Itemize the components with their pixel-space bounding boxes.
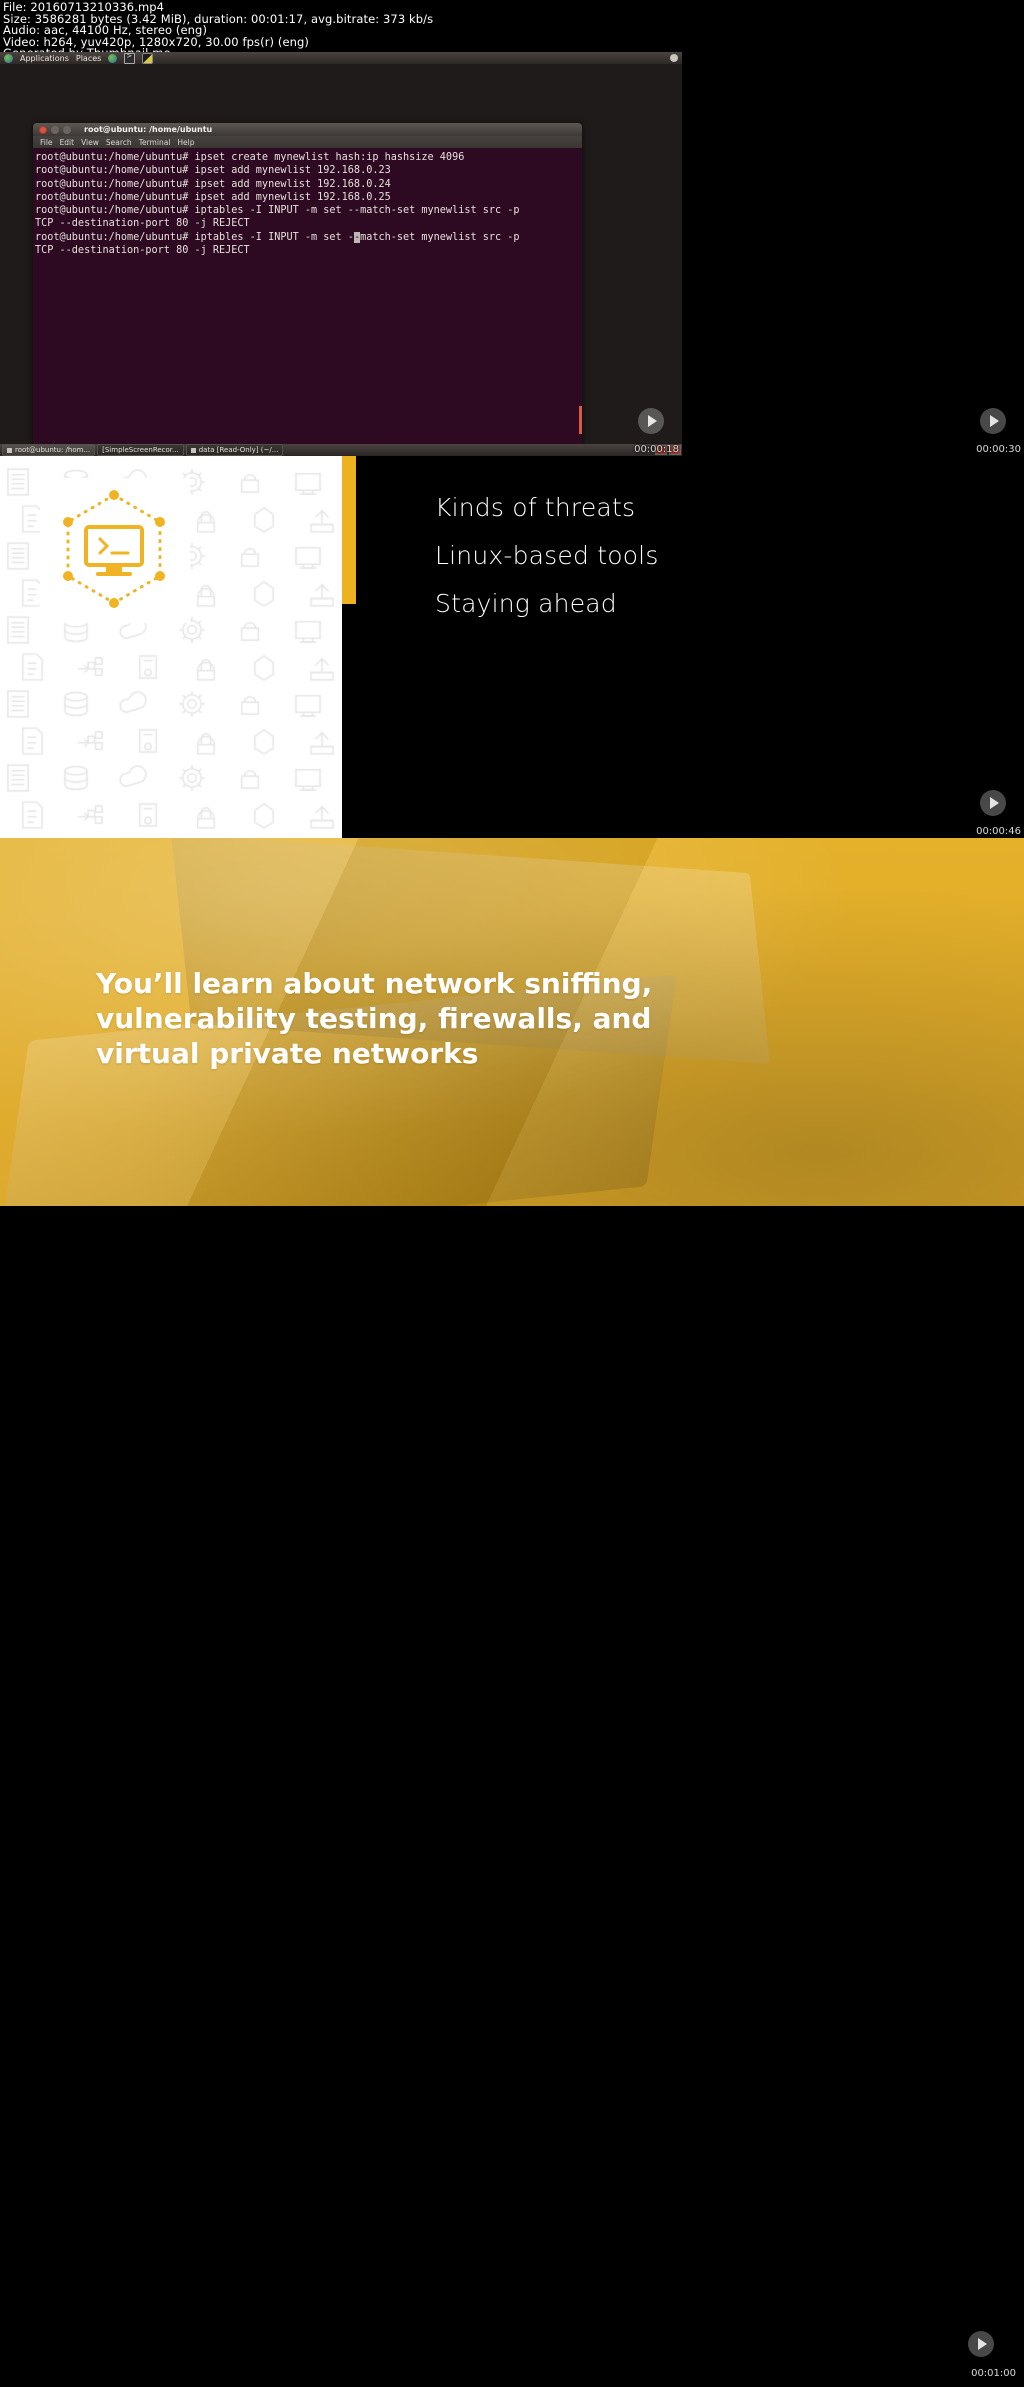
terminal-text: root@ubuntu:/home/ubuntu# ipset create m… bbox=[35, 152, 520, 257]
close-icon[interactable] bbox=[39, 125, 47, 134]
timestamp-frame-4: 00:00:46 bbox=[976, 826, 1021, 837]
maximize-icon[interactable] bbox=[63, 125, 71, 134]
thumbnail-cell-pattern[interactable] bbox=[0, 456, 342, 838]
bullet-item-1: Kinds of threats bbox=[435, 493, 636, 522]
hex-logo-icon-top bbox=[48, 483, 180, 615]
thumbnail-cell-yellow[interactable]: You’ll learn about network sniffing, vul… bbox=[0, 838, 1024, 1206]
bullet-item-2: Linux-based tools bbox=[435, 541, 659, 570]
thumbnail-cell-bottom[interactable]: 00:01:00 bbox=[0, 1206, 1024, 2383]
terminal-window[interactable]: root@ubuntu: /home/ubuntu File Edit View… bbox=[33, 123, 582, 456]
menu-applications[interactable]: Applications bbox=[20, 54, 69, 63]
thumbnail-info-header: File: 20160713210336.mp4 Size: 3586281 b… bbox=[0, 0, 1024, 59]
taskbar-label-terminal: root@ubuntu: /hom... bbox=[15, 446, 91, 454]
terminal-output-area[interactable]: root@ubuntu:/home/ubuntu# ipset create m… bbox=[33, 148, 582, 456]
terminal-icon[interactable] bbox=[124, 52, 136, 64]
play-overlay-icon bbox=[638, 408, 664, 434]
taskbar-label-data: data [Read-Only] (~/... bbox=[198, 446, 279, 454]
minimize-icon[interactable] bbox=[51, 125, 59, 134]
menu-search[interactable]: Search bbox=[106, 138, 132, 147]
timestamp-frame-1: 00:00:18 bbox=[634, 444, 679, 455]
thumbnail-cell-black-1[interactable]: 00:00:30 bbox=[682, 52, 1024, 456]
taskbar-item-data[interactable]: data [Read-Only] (~/... bbox=[185, 444, 284, 456]
ubuntu-taskbar: root@ubuntu: /hom... [SimpleScreenRecor.… bbox=[0, 444, 682, 456]
terminal-menubar: File Edit View Search Terminal Help bbox=[33, 136, 582, 148]
thumbnail-row-2: Kinds of threats Linux-based tools Stayi… bbox=[0, 456, 1024, 838]
thumbnail-cell-bullets[interactable]: Kinds of threats Linux-based tools Stayi… bbox=[342, 456, 1024, 838]
timestamp-frame-2: 00:00:30 bbox=[976, 444, 1021, 455]
yellow-slide-text: You’ll learn about network sniffing, vul… bbox=[96, 967, 653, 1070]
play-overlay-icon bbox=[980, 408, 1006, 434]
accent-bar bbox=[342, 456, 356, 604]
thumbnail-row-1: Applications Places root@ubuntu: /home/u… bbox=[0, 52, 1024, 456]
terminal-titlebar[interactable]: root@ubuntu: /home/ubuntu bbox=[33, 123, 582, 136]
menu-terminal[interactable]: Terminal bbox=[139, 138, 171, 147]
thumbnail-sheet: Applications Places root@ubuntu: /home/u… bbox=[0, 52, 1024, 2383]
terminal-scrollbar[interactable] bbox=[579, 148, 582, 456]
panel-right-tray bbox=[670, 54, 678, 62]
terminal-title: root@ubuntu: /home/ubuntu bbox=[84, 125, 213, 134]
menu-file[interactable]: File bbox=[40, 138, 53, 147]
user-icon[interactable] bbox=[670, 54, 678, 62]
thumbnail-row-3: You’ll learn about network sniffing, vul… bbox=[0, 838, 1024, 1206]
taskbar-label-recorder: [SimpleScreenRecor... bbox=[102, 446, 179, 454]
play-overlay-icon bbox=[980, 790, 1006, 816]
taskbar-item-terminal[interactable]: root@ubuntu: /hom... bbox=[2, 444, 96, 456]
thumbnail-row-4: 00:01:00 bbox=[0, 1206, 1024, 2383]
thumbnail-cell-ubuntu[interactable]: Applications Places root@ubuntu: /home/u… bbox=[0, 52, 682, 456]
globe-icon bbox=[4, 53, 13, 63]
ubuntu-top-panel: Applications Places bbox=[0, 52, 682, 64]
bullet-list: Kinds of threats Linux-based tools Stayi… bbox=[395, 484, 659, 628]
document-icon bbox=[190, 447, 196, 453]
monitor-icon[interactable] bbox=[142, 52, 154, 64]
bullet-item-3: Staying ahead bbox=[435, 589, 617, 618]
menu-edit[interactable]: Edit bbox=[60, 138, 75, 147]
play-overlay-icon bbox=[968, 2331, 994, 2357]
menu-places[interactable]: Places bbox=[76, 54, 101, 63]
menu-help[interactable]: Help bbox=[177, 138, 194, 147]
browser-icon[interactable] bbox=[108, 53, 118, 63]
menu-view[interactable]: View bbox=[81, 138, 99, 147]
taskbar-item-recorder[interactable]: [SimpleScreenRecor... bbox=[97, 444, 184, 456]
window-icon bbox=[7, 447, 12, 453]
timestamp-frame-6: 00:01:00 bbox=[971, 2368, 1016, 2379]
